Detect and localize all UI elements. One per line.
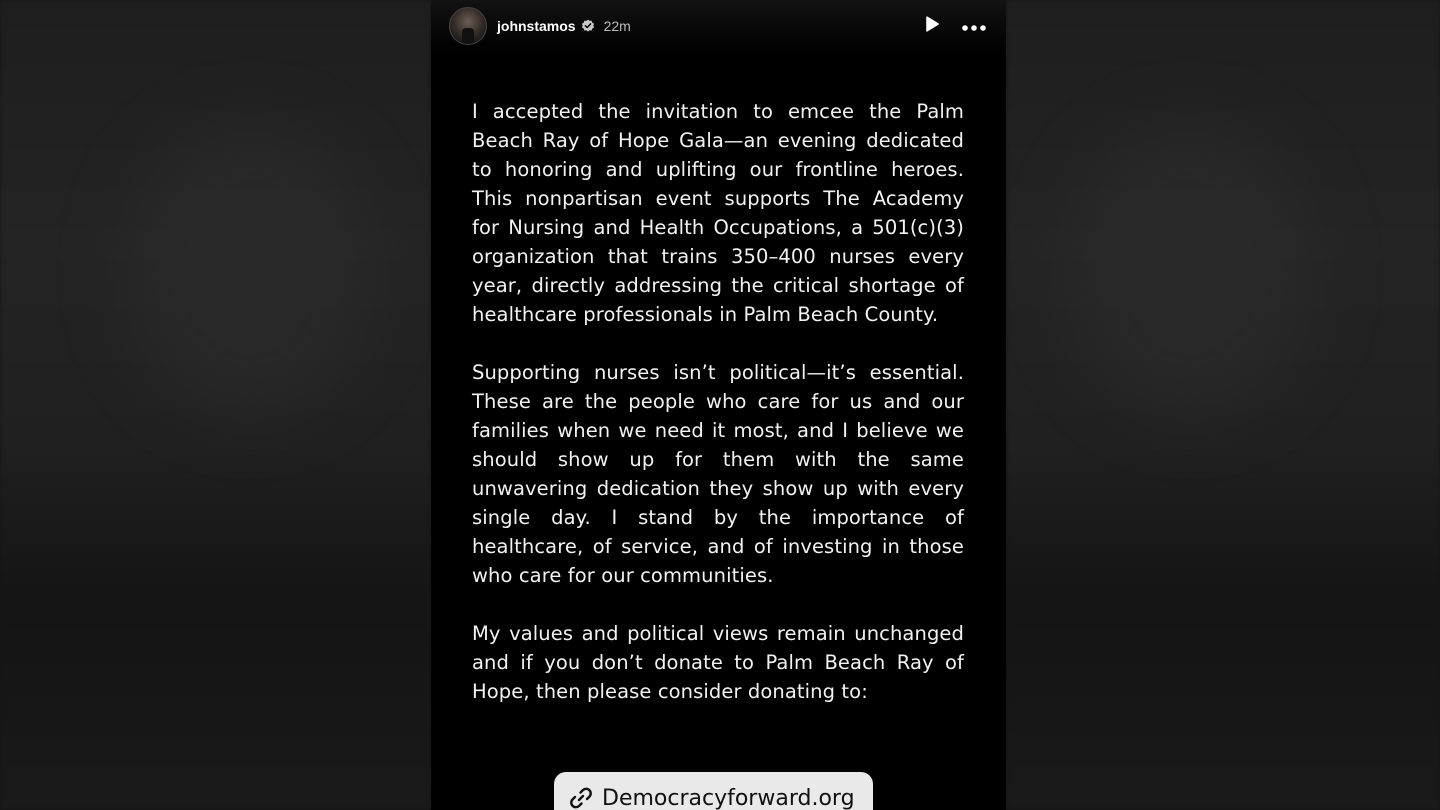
verified-badge-icon: [581, 19, 595, 33]
username[interactable]: johnstamos: [497, 18, 576, 34]
story-viewer[interactable]: johnstamos 22m I accepted the invitation…: [431, 0, 1006, 810]
link-icon: [566, 783, 596, 810]
more-options-button[interactable]: [960, 12, 988, 40]
story-text: I accepted the invitation to emcee the P…: [472, 97, 964, 735]
story-header: johnstamos 22m: [431, 0, 1006, 52]
backdrop-blur-shape: [1060, 120, 1320, 420]
avatar[interactable]: [449, 7, 487, 45]
backdrop-blur-shape: [120, 120, 380, 420]
link-sticker[interactable]: Democracyforward.org: [554, 772, 873, 810]
link-sticker-label: Democracyforward.org: [602, 785, 855, 810]
post-timestamp: 22m: [603, 18, 631, 34]
story-paragraph: Supporting nurses isn’t political—it’s e…: [472, 361, 964, 587]
story-paragraph: I accepted the invitation to emcee the P…: [472, 100, 964, 326]
story-paragraph: My values and political views remain unc…: [472, 622, 964, 703]
more-options-icon: [961, 17, 987, 36]
play-icon: [923, 15, 941, 37]
play-button[interactable]: [918, 12, 946, 40]
